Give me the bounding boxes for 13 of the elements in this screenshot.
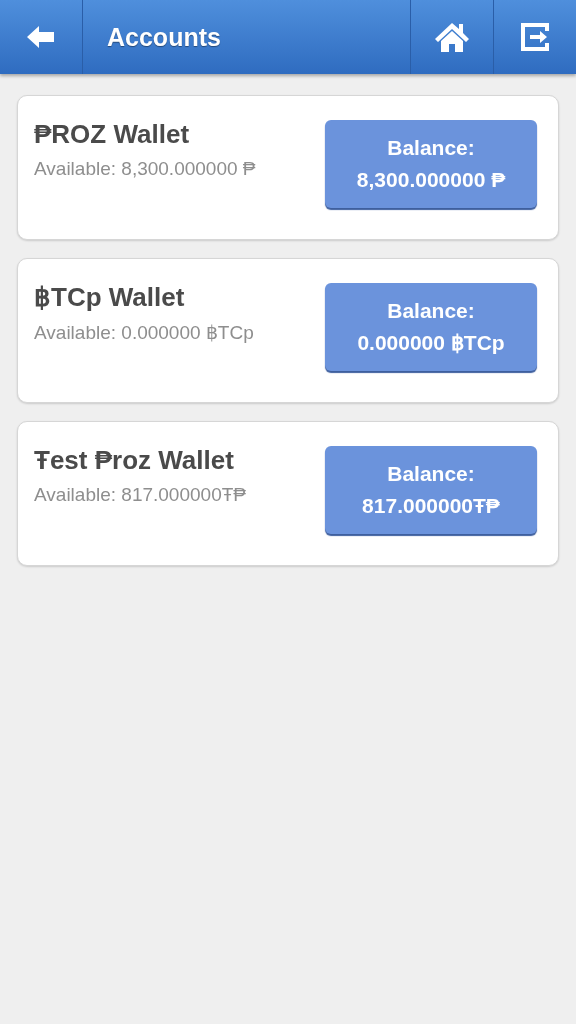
wallet-card[interactable]: Ŧest ₱roz Wallet Available: 817.000000Ŧ₱ Balance: 817.000000Ŧ₱ [17,421,559,566]
home-icon [434,21,470,53]
available-amount: Available: 817.000000Ŧ₱ [34,484,246,506]
available-amount: Available: 8,300.000000 ₱ [34,158,256,180]
wallet-name: ฿TCp Wallet [34,282,186,313]
wallet-name: ₱ROZ Wallet [34,119,191,150]
wallet-name: Ŧest ₱roz Wallet [34,445,235,476]
wallet-card[interactable]: ₱ROZ Wallet Available: 8,300.000000 ₱ Balance: 8,300.000000 ₱ [17,95,559,240]
back-arrow-icon [27,25,55,49]
exit-icon [519,21,551,53]
available-amount: Available: 0.000000 ฿TCp [34,321,254,344]
page-title: Accounts [106,21,222,53]
wallet-card[interactable]: ฿TCp Wallet Available: 0.000000 ฿TCp Balance: 0.000000 ฿TCp [17,258,559,403]
